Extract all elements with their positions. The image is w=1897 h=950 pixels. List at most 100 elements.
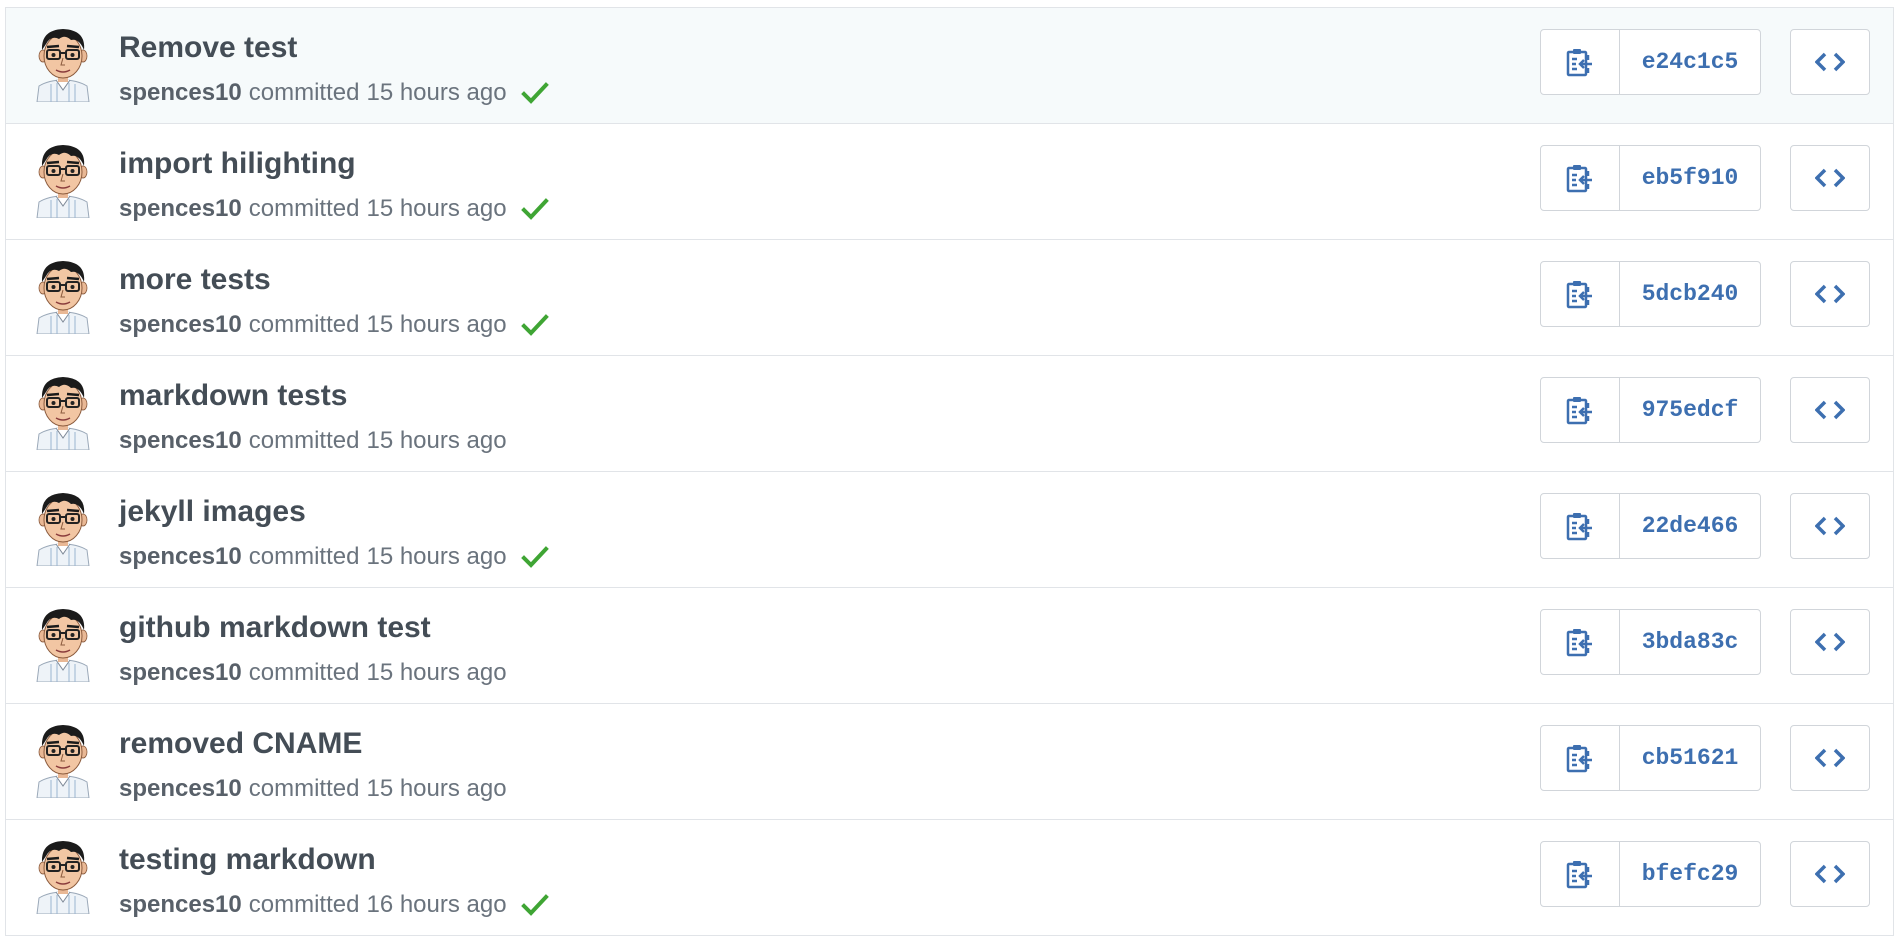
copy-sha-button[interactable]	[1541, 262, 1620, 326]
sha-link[interactable]: eb5f910	[1620, 146, 1760, 210]
sha-button-group: 5dcb240	[1540, 261, 1761, 327]
commit-row: jekyll images spences10 committed 15 hours…	[6, 472, 1893, 588]
commit-meta: spences10 committed 15 hours ago	[119, 195, 549, 223]
check-icon[interactable]	[520, 313, 549, 337]
code-icon	[1815, 168, 1845, 188]
sha-link[interactable]: cb51621	[1620, 726, 1760, 790]
commit-time: 15 hours ago	[366, 311, 507, 338]
commit-author[interactable]: spences10	[119, 775, 242, 803]
commit-author[interactable]: spences10	[119, 79, 242, 107]
commit-row: removed CNAME spences10 committed 15 hours…	[6, 704, 1893, 820]
commit-time: 16 hours ago	[366, 891, 507, 918]
sha-button-group: 3bda83c	[1540, 609, 1761, 675]
avatar[interactable]	[29, 24, 97, 102]
commit-meta: spences10 committed 15 hours ago	[119, 659, 507, 687]
browse-files-button[interactable]	[1790, 841, 1870, 907]
commit-time: 15 hours ago	[366, 775, 507, 802]
sha-button-group: cb51621	[1540, 725, 1761, 791]
commit-title[interactable]: markdown tests	[119, 379, 347, 413]
sha-button-group: 22de466	[1540, 493, 1761, 559]
check-icon[interactable]	[520, 893, 549, 917]
avatar[interactable]	[29, 256, 97, 334]
clippy-icon	[1566, 861, 1592, 889]
commit-verb: committed	[248, 543, 360, 570]
commit-author[interactable]: spences10	[119, 543, 242, 571]
browse-files-button[interactable]	[1790, 493, 1870, 559]
commit-time: 15 hours ago	[366, 659, 507, 686]
code-icon	[1815, 400, 1845, 420]
commit-time: 15 hours ago	[366, 195, 507, 222]
commit-title[interactable]: Remove test	[119, 31, 297, 65]
commit-title[interactable]: import hilighting	[119, 147, 356, 181]
commit-time: 15 hours ago	[366, 79, 507, 106]
commit-meta: spences10 committed 15 hours ago	[119, 311, 549, 339]
commit-meta: spences10 committed 15 hours ago	[119, 775, 507, 803]
copy-sha-button[interactable]	[1541, 842, 1620, 906]
clippy-icon	[1566, 49, 1592, 77]
commit-title[interactable]: jekyll images	[119, 495, 306, 529]
avatar[interactable]	[29, 836, 97, 914]
sha-button-group: eb5f910	[1540, 145, 1761, 211]
commit-meta: spences10 committed 15 hours ago	[119, 79, 549, 107]
sha-link[interactable]: 22de466	[1620, 494, 1760, 558]
browse-files-button[interactable]	[1790, 725, 1870, 791]
browse-files-button[interactable]	[1790, 609, 1870, 675]
avatar[interactable]	[29, 488, 97, 566]
check-icon[interactable]	[520, 545, 549, 569]
code-icon	[1815, 864, 1845, 884]
commit-author[interactable]: spences10	[119, 891, 242, 919]
sha-button-group: bfefc29	[1540, 841, 1761, 907]
sha-link[interactable]: 3bda83c	[1620, 610, 1760, 674]
commit-verb: committed	[248, 775, 360, 802]
copy-sha-button[interactable]	[1541, 726, 1620, 790]
commit-author[interactable]: spences10	[119, 659, 242, 687]
avatar[interactable]	[29, 720, 97, 798]
check-icon[interactable]	[520, 81, 549, 105]
commit-title[interactable]: more tests	[119, 263, 271, 297]
sha-link[interactable]: 975edcf	[1620, 378, 1760, 442]
commit-meta: spences10 committed 15 hours ago	[119, 427, 507, 455]
commit-title[interactable]: removed CNAME	[119, 727, 362, 761]
commit-title[interactable]: testing markdown	[119, 843, 376, 877]
clippy-icon	[1566, 513, 1592, 541]
commit-title[interactable]: github markdown test	[119, 611, 431, 645]
code-icon	[1815, 632, 1845, 652]
commit-row: more tests spences10 committed 15 hours ag…	[6, 240, 1893, 356]
browse-files-button[interactable]	[1790, 29, 1870, 95]
commit-verb: committed	[248, 311, 360, 338]
code-icon	[1815, 52, 1845, 72]
commit-time: 15 hours ago	[366, 543, 507, 570]
commit-verb: committed	[248, 427, 360, 454]
commit-verb: committed	[248, 195, 360, 222]
browse-files-button[interactable]	[1790, 377, 1870, 443]
sha-link[interactable]: e24c1c5	[1620, 30, 1760, 94]
commit-time: 15 hours ago	[366, 427, 507, 454]
copy-sha-button[interactable]	[1541, 494, 1620, 558]
avatar[interactable]	[29, 140, 97, 218]
copy-sha-button[interactable]	[1541, 30, 1620, 94]
commit-author[interactable]: spences10	[119, 195, 242, 223]
commit-verb: committed	[248, 659, 360, 686]
copy-sha-button[interactable]	[1541, 146, 1620, 210]
commit-author[interactable]: spences10	[119, 427, 242, 455]
check-icon[interactable]	[520, 197, 549, 221]
browse-files-button[interactable]	[1790, 145, 1870, 211]
sha-link[interactable]: 5dcb240	[1620, 262, 1760, 326]
commit-list: Remove test spences10 committed 15 hours a…	[5, 7, 1894, 936]
copy-sha-button[interactable]	[1541, 610, 1620, 674]
clippy-icon	[1566, 745, 1592, 773]
copy-sha-button[interactable]	[1541, 378, 1620, 442]
commit-verb: committed	[248, 891, 360, 918]
sha-link[interactable]: bfefc29	[1620, 842, 1760, 906]
commit-author[interactable]: spences10	[119, 311, 242, 339]
code-icon	[1815, 748, 1845, 768]
sha-button-group: 975edcf	[1540, 377, 1761, 443]
browse-files-button[interactable]	[1790, 261, 1870, 327]
code-icon	[1815, 516, 1845, 536]
avatar[interactable]	[29, 604, 97, 682]
commit-row: Remove test spences10 committed 15 hours a…	[6, 8, 1893, 124]
commit-row: markdown tests spences10 committed 15 hour…	[6, 356, 1893, 472]
avatar[interactable]	[29, 372, 97, 450]
code-icon	[1815, 284, 1845, 304]
commit-row: import hilighting spences10 committed 15 h…	[6, 124, 1893, 240]
